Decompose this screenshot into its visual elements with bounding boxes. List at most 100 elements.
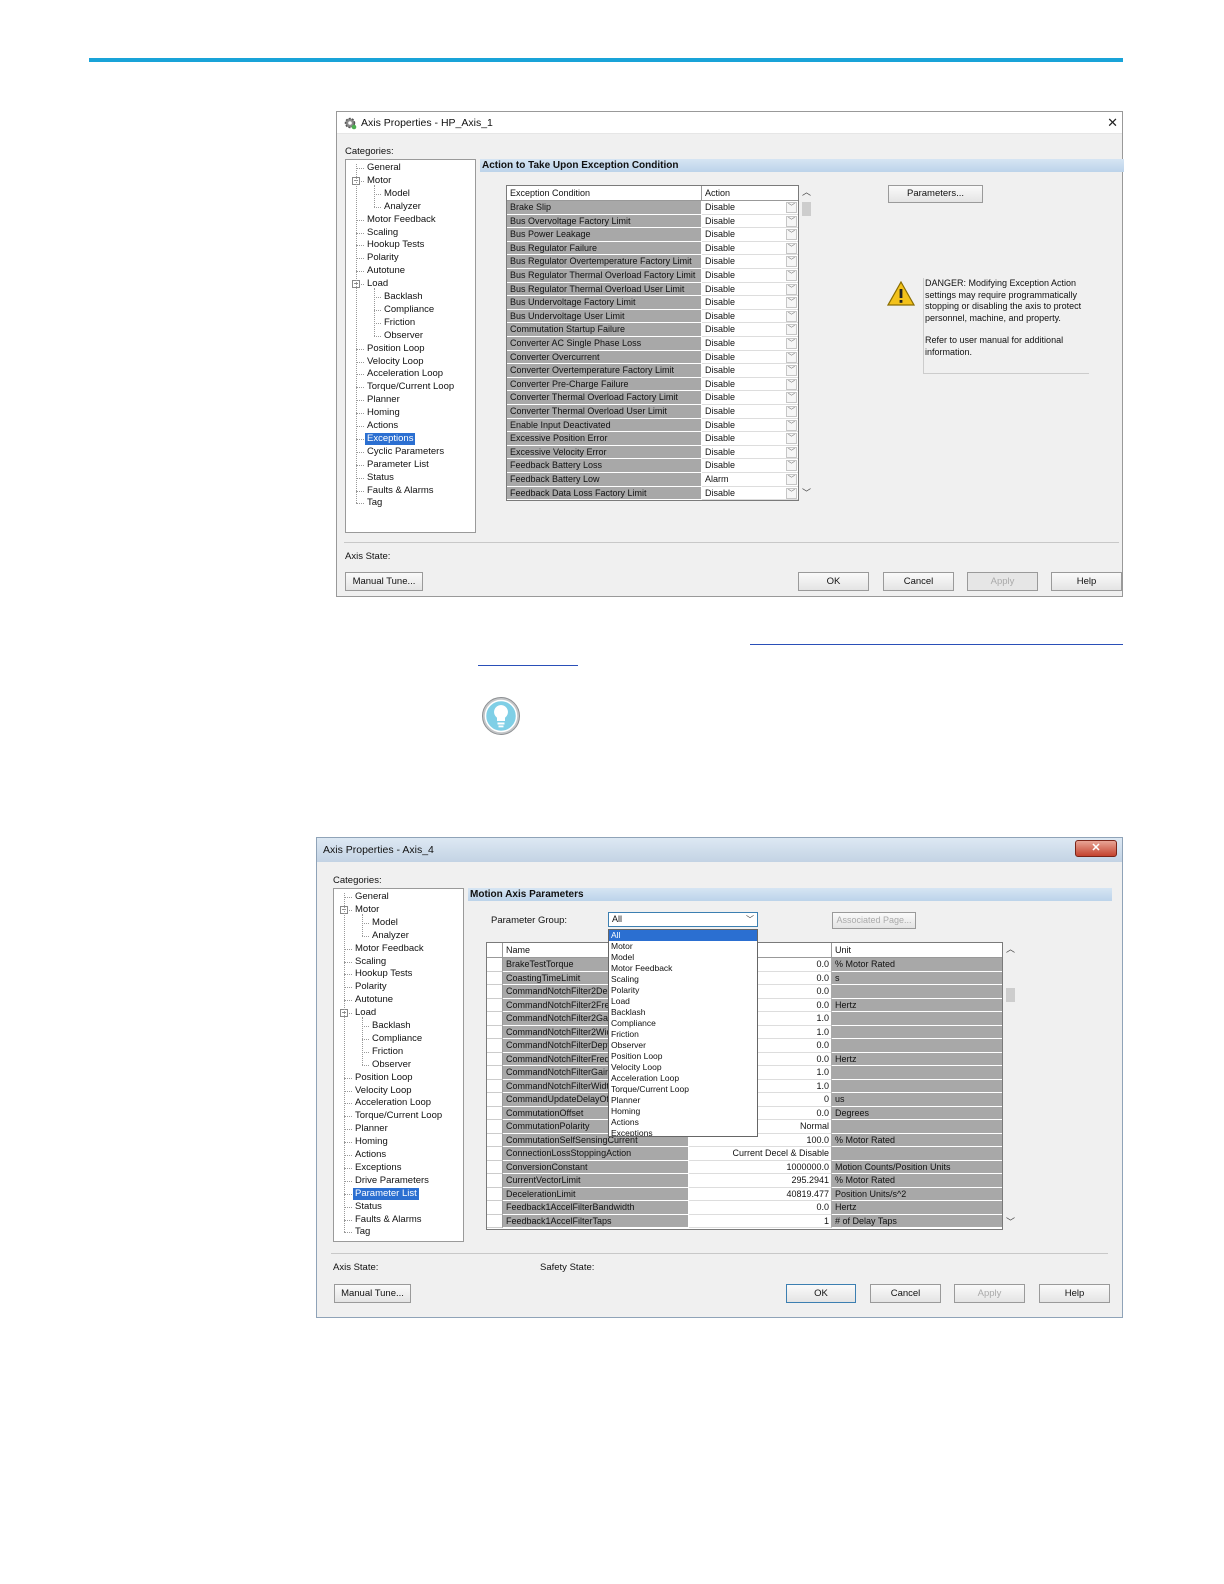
close-icon[interactable]: ✕ <box>1107 115 1118 131</box>
action-select[interactable]: Disable ﹀ <box>702 214 798 229</box>
dropdown-option[interactable]: Load <box>609 996 757 1007</box>
associated-page-button[interactable]: Associated Page... <box>832 912 916 929</box>
manual-tune-button[interactable]: Manual Tune... <box>345 572 423 591</box>
parameter-value-cell[interactable]: 295.2941 <box>689 1174 832 1188</box>
table-row[interactable]: Bus Regulator Thermal Overload Factory L… <box>507 269 798 283</box>
ok-button[interactable]: OK <box>786 1284 856 1303</box>
tree-item-load[interactable]: Load <box>365 278 390 290</box>
dropdown-option[interactable]: Torque/Current Loop <box>609 1084 757 1095</box>
dropdown-option[interactable]: Observer <box>609 1040 757 1051</box>
row-selector[interactable] <box>487 1187 503 1201</box>
tree-item-analyzer[interactable]: Analyzer <box>382 201 423 213</box>
row-selector[interactable] <box>487 1201 503 1215</box>
chevron-down-icon[interactable]: ﹀ <box>786 202 797 213</box>
tree-item-exceptions[interactable]: Exceptions <box>353 1162 403 1174</box>
dropdown-option[interactable]: Acceleration Loop <box>609 1073 757 1084</box>
table-row[interactable]: ConnectionLossStoppingAction Current Dece… <box>487 1147 1002 1161</box>
table-row[interactable]: Feedback1AccelFilterBandwidth 0.0 Hertz <box>487 1201 1002 1215</box>
tree-item-parameter-list[interactable]: Parameter List <box>365 459 431 471</box>
help-button[interactable]: Help <box>1051 572 1122 591</box>
chevron-down-icon[interactable]: ﹀ <box>786 487 797 499</box>
chevron-down-icon[interactable]: ﹀ <box>786 406 797 417</box>
tree-item-tag[interactable]: Tag <box>365 497 384 509</box>
chevron-down-icon[interactable]: ﹀ <box>786 460 797 472</box>
scroll-thumb[interactable] <box>1006 988 1015 1002</box>
row-selector[interactable] <box>487 1174 503 1188</box>
cancel-button[interactable]: Cancel <box>883 572 954 591</box>
dropdown-option[interactable]: Velocity Loop <box>609 1062 757 1073</box>
row-selector[interactable] <box>487 1052 503 1066</box>
row-selector[interactable] <box>487 1133 503 1147</box>
table-row[interactable]: Converter Pre-Charge Failure Disable ﹀ <box>507 377 798 392</box>
chevron-down-icon[interactable]: ﹀ <box>786 270 797 281</box>
tree-item-faults-alarms[interactable]: Faults & Alarms <box>353 1214 424 1226</box>
row-selector[interactable] <box>487 1039 503 1053</box>
categories-tree[interactable]: General − Motor Model Analyzer Motor Feedback… <box>345 159 476 533</box>
chevron-down-icon[interactable]: ﹀ <box>786 242 797 254</box>
table-row[interactable]: Bus Undervoltage User Limit Disable ﹀ <box>507 309 798 324</box>
row-selector[interactable] <box>487 1093 503 1107</box>
parameter-value-cell[interactable]: 1000000.0 <box>689 1160 832 1174</box>
hyperlink-underline-continued[interactable] <box>478 665 578 666</box>
action-select[interactable]: Disable ﹀ <box>702 323 798 337</box>
row-selector[interactable] <box>487 1012 503 1026</box>
tree-item-motor[interactable]: Motor <box>353 904 381 916</box>
tree-item-velocity-loop[interactable]: Velocity Loop <box>365 356 426 368</box>
tree-item-homing[interactable]: Homing <box>365 407 402 419</box>
tree-item-friction[interactable]: Friction <box>370 1046 405 1058</box>
tree-item-actions[interactable]: Actions <box>365 420 400 432</box>
action-select[interactable]: Disable ﹀ <box>702 418 798 433</box>
row-selector[interactable] <box>487 1120 503 1134</box>
action-select[interactable]: Disable ﹀ <box>702 486 798 500</box>
tree-item-torque-current-loop[interactable]: Torque/Current Loop <box>353 1110 444 1122</box>
row-selector[interactable] <box>487 1079 503 1093</box>
dropdown-option[interactable]: Position Loop <box>609 1051 757 1062</box>
table-row[interactable]: Brake Slip Disable ﹀ <box>507 201 798 215</box>
tree-item-velocity-loop[interactable]: Velocity Loop <box>353 1085 414 1097</box>
table-row[interactable]: Feedback Battery Low Alarm ﹀ <box>507 473 798 487</box>
table-row[interactable]: Excessive Velocity Error Disable ﹀ <box>507 445 798 460</box>
action-select[interactable]: Disable ﹀ <box>702 296 798 310</box>
table-row[interactable]: Converter AC Single Phase Loss Disable ﹀ <box>507 337 798 351</box>
chevron-down-icon[interactable]: ﹀ <box>786 365 797 377</box>
tree-item-acceleration-loop[interactable]: Acceleration Loop <box>353 1097 433 1109</box>
table-row[interactable]: Feedback Data Loss Factory Limit Disable ﹀ <box>507 486 798 500</box>
cancel-button[interactable]: Cancel <box>870 1284 941 1303</box>
chevron-down-icon[interactable]: ﹀ <box>786 378 797 390</box>
tree-item-position-loop[interactable]: Position Loop <box>365 343 427 355</box>
chevron-down-icon[interactable]: ﹀ <box>786 215 797 227</box>
table-scrollbar[interactable]: ︿ ﹀ <box>799 185 814 501</box>
chevron-down-icon[interactable]: ﹀ <box>786 229 797 241</box>
chevron-down-icon[interactable]: ﹀ <box>786 446 797 458</box>
scroll-down-icon[interactable]: ﹀ <box>1006 1215 1015 1228</box>
row-selector[interactable] <box>487 958 503 972</box>
table-scrollbar[interactable]: ︿ ﹀ <box>1003 942 1018 1230</box>
chevron-down-icon[interactable]: ﹀ <box>786 297 797 309</box>
parameter-value-cell[interactable]: Current Decel & Disable <box>689 1147 832 1161</box>
tree-item-scaling[interactable]: Scaling <box>353 956 388 968</box>
tree-item-motor-feedback[interactable]: Motor Feedback <box>353 943 426 955</box>
tree-item-polarity[interactable]: Polarity <box>353 981 389 993</box>
dropdown-option[interactable]: All <box>609 930 757 941</box>
chevron-down-icon[interactable]: ﹀ <box>786 433 797 445</box>
ok-button[interactable]: OK <box>798 572 869 591</box>
dropdown-option[interactable]: Model <box>609 952 757 963</box>
table-row[interactable]: Feedback Battery Loss Disable ﹀ <box>507 459 798 473</box>
chevron-down-icon[interactable]: ﹀ <box>786 324 797 336</box>
tree-item-status[interactable]: Status <box>353 1201 384 1213</box>
action-select[interactable]: Disable ﹀ <box>702 405 798 419</box>
tree-item-faults-alarms[interactable]: Faults & Alarms <box>365 485 436 497</box>
dropdown-option[interactable]: Polarity <box>609 985 757 996</box>
tree-item-hookup-tests[interactable]: Hookup Tests <box>353 968 414 980</box>
action-select[interactable]: Disable ﹀ <box>702 309 798 324</box>
row-selector[interactable] <box>487 1214 503 1228</box>
tree-item-drive-parameters[interactable]: Drive Parameters <box>353 1175 431 1187</box>
chevron-down-icon[interactable]: ﹀ <box>786 310 797 322</box>
table-row[interactable]: Converter Overcurrent Disable ﹀ <box>507 350 798 365</box>
tree-item-model[interactable]: Model <box>382 188 412 200</box>
row-selector[interactable] <box>487 1147 503 1161</box>
chevron-down-icon[interactable]: ﹀ <box>786 474 797 485</box>
table-row[interactable]: Commutation Startup Failure Disable ﹀ <box>507 323 798 337</box>
tree-item-analyzer[interactable]: Analyzer <box>370 930 411 942</box>
action-select[interactable]: Disable ﹀ <box>702 377 798 392</box>
